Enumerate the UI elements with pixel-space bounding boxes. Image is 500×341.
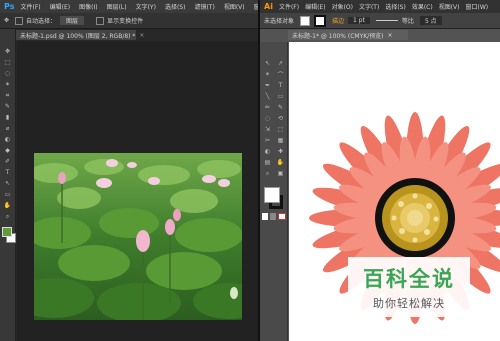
shape-tool-icon[interactable]: ▭ [3, 190, 12, 199]
layer-select-dropdown[interactable]: 图层 [60, 16, 85, 25]
lasso-tool-icon[interactable]: ◌ [3, 69, 12, 78]
brush-tool-icon[interactable]: ✎ [3, 102, 12, 111]
ai-menu-file[interactable]: 文件(F) [279, 2, 299, 11]
selection-tool-icon[interactable]: ↖ [263, 59, 272, 68]
ps-menu-type[interactable]: 文字(Y) [136, 2, 156, 11]
zoom-tool-icon[interactable]: ⌕ [3, 212, 12, 221]
pen-tool-icon[interactable]: ✐ [3, 157, 12, 166]
profile-dropdown[interactable]: 等比 [402, 16, 414, 25]
ai-tools-panel: ↖ ↗ ✴ ⌒ ✒ T ╲ ▭ ✏ ✎ ◌ ⟲ ⇲ ⬚ ✂ ▦ ◐ ✚ ▤ ✋ … [260, 42, 288, 341]
gradient-tool-icon[interactable]: ◐ [263, 147, 272, 156]
photoshop-window: Ps 文件(F) 编辑(E) 图像(I) 图层(L) 文字(Y) 选择(S) 滤… [0, 0, 276, 341]
stamp-tool-icon[interactable]: ▮ [3, 113, 12, 122]
ai-menu-type[interactable]: 文字(T) [359, 2, 379, 11]
ai-menu-object[interactable]: 对象(O) [332, 2, 353, 11]
pen-tool-icon[interactable]: ✒ [263, 81, 272, 90]
symbol-tool-icon[interactable]: ✚ [276, 147, 285, 156]
move-tool-icon[interactable]: ✥ [4, 17, 9, 24]
ps-document-tab-title: 未标题-1.psd @ 100% (图层 2, RGB/8) * [20, 32, 136, 40]
stroke-weight-input[interactable]: 1 pt [348, 17, 370, 24]
ps-menu-select[interactable]: 选择(S) [165, 2, 186, 11]
line-tool-icon[interactable]: ╲ [263, 92, 272, 101]
ps-document-tab[interactable]: 未标题-1.psd @ 100% (图层 2, RGB/8) * × [16, 30, 144, 40]
zoom-tool-icon[interactable]: ⌕ [263, 169, 272, 178]
foreground-color-swatch[interactable] [2, 227, 12, 237]
illustrator-window: Ai 文件(F) 编辑(E) 对象(O) 文字(T) 选择(S) 效果(C) 视… [260, 0, 500, 341]
watermark-badge: 百科全说 助你轻松解决 [348, 257, 470, 317]
show-transform-checkbox[interactable] [96, 16, 105, 25]
auto-select-checkbox[interactable] [15, 16, 24, 25]
artboard-tool-icon[interactable]: ▣ [276, 169, 285, 178]
auto-select-label: 自动选择： [26, 18, 57, 25]
fill-color-swatch[interactable] [300, 15, 311, 26]
blur-tool-icon[interactable]: ◆ [3, 146, 12, 155]
close-icon[interactable]: × [388, 32, 393, 39]
ai-menu-view[interactable]: 视图(V) [439, 2, 460, 11]
free-transform-icon[interactable]: ⬚ [276, 125, 285, 134]
ai-logo-icon: Ai [264, 2, 273, 11]
ai-options-bar: 未选择对象 描边 1 pt 等比 5 点 [260, 13, 500, 29]
ps-menu-edit[interactable]: 编辑(E) [50, 2, 70, 11]
stroke-label: 描边 [332, 18, 345, 25]
ai-document-tab[interactable]: 未标题-1* @ 100% (CMYK/预览) × [288, 30, 408, 40]
hand-tool-icon[interactable]: ✋ [3, 201, 12, 210]
move-tool-icon[interactable]: ✥ [3, 47, 12, 56]
fill-swatch-large[interactable] [264, 187, 280, 203]
stroke-profile-line [375, 20, 398, 21]
blob-brush-icon[interactable]: ◌ [263, 114, 272, 123]
ps-menu-layer[interactable]: 图层(L) [107, 2, 127, 11]
hand-tool-icon[interactable]: ✋ [276, 158, 285, 167]
watermark-title: 百科全说 [363, 267, 455, 291]
ps-menu-view[interactable]: 视图(V) [224, 2, 245, 11]
magic-wand-icon[interactable]: ✶ [3, 80, 12, 89]
magic-wand-icon[interactable]: ✴ [263, 70, 272, 79]
eraser-tool-icon[interactable]: ⌀ [3, 124, 12, 133]
close-icon[interactable]: × [139, 32, 144, 39]
type-tool-icon[interactable]: T [276, 81, 285, 90]
type-tool-icon[interactable]: T [3, 168, 12, 177]
ps-tools-panel: ✥ ⬚ ◌ ✶ ⌗ ✎ ▮ ⌀ ◐ ◆ ✐ T ↖ ▭ ✋ ⌕ [0, 29, 16, 341]
brush-tool-icon[interactable]: ✎ [276, 103, 285, 112]
scissors-tool-icon[interactable]: ✂ [263, 136, 272, 145]
ai-menu-window[interactable]: 窗口(W) [466, 2, 489, 11]
watermark-subtitle: 助你轻松解决 [373, 297, 445, 310]
ai-menu-edit[interactable]: 编辑(E) [305, 2, 325, 11]
ai-document-tab-title: 未标题-1* @ 100% (CMYK/预览) [292, 32, 384, 40]
mesh-tool-icon[interactable]: ▦ [276, 136, 285, 145]
ai-menu-effect[interactable]: 效果(C) [412, 2, 433, 11]
direct-selection-icon[interactable]: ↗ [276, 59, 285, 68]
ps-menu-bar: Ps 文件(F) 编辑(E) 图像(I) 图层(L) 文字(Y) 选择(S) 滤… [0, 0, 276, 13]
scale-tool-icon[interactable]: ⇲ [263, 125, 272, 134]
color-mode-buttons[interactable] [262, 213, 286, 220]
ps-menu-file[interactable]: 文件(F) [20, 2, 40, 11]
path-select-icon[interactable]: ↖ [3, 179, 12, 188]
rotate-tool-icon[interactable]: ⟲ [276, 114, 285, 123]
graph-tool-icon[interactable]: ▤ [263, 158, 272, 167]
lotus-photo [34, 153, 242, 320]
marquee-tool-icon[interactable]: ⬚ [3, 58, 12, 67]
ai-menu-select[interactable]: 选择(S) [385, 2, 406, 11]
ps-menu-filter[interactable]: 滤镜(T) [194, 2, 214, 11]
ps-menu-image[interactable]: 图像(I) [79, 2, 97, 11]
lasso-tool-icon[interactable]: ⌒ [276, 70, 285, 79]
ps-options-bar: ✥ 自动选择： 图层 显示变换控件 [0, 13, 258, 29]
ai-menu-bar: Ai 文件(F) 编辑(E) 对象(O) 文字(T) 选择(S) 效果(C) 视… [260, 0, 500, 13]
rectangle-tool-icon[interactable]: ▭ [276, 92, 285, 101]
no-selection-label: 未选择对象 [264, 18, 295, 25]
ps-logo-icon: Ps [4, 2, 15, 11]
pencil-tool-icon[interactable]: ✏ [263, 103, 272, 112]
stroke-color-swatch[interactable] [314, 14, 327, 27]
gradient-tool-icon[interactable]: ◐ [3, 135, 12, 144]
crop-tool-icon[interactable]: ⌗ [3, 91, 12, 100]
brush-dropdown[interactable]: 5 点 [419, 16, 442, 25]
show-transform-label: 显示变换控件 [107, 18, 144, 25]
